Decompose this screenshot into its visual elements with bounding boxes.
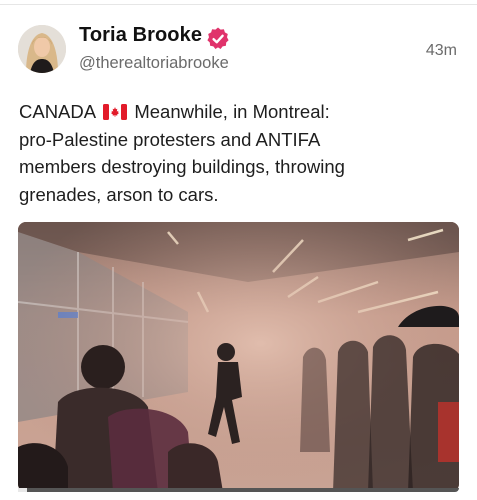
verified-badge-icon [207,27,229,49]
post-text-line-4: grenades, arson to cars. [19,183,219,205]
canada-flag-icon [103,104,128,120]
post-text-line-1: CANADA Meanwhile, in Montreal: [19,98,459,126]
post-timestamp: 43m [425,42,457,59]
author-name[interactable]: Toria Brooke [79,24,202,47]
author-handle[interactable]: @therealtoriabrooke [79,54,229,73]
video-progress-fill [18,488,27,492]
video-progress-bar[interactable] [18,488,459,492]
video-frame [18,222,459,492]
post-text-line-3: members destroying buildings, throwing [19,156,345,177]
post-text-line-2: pro-Palestine protesters and ANTIFA [19,128,321,150]
top-divider [0,4,477,5]
author-avatar[interactable] [18,25,66,73]
post-text-canada: CANADA [19,101,101,122]
avatar-image [18,25,66,73]
post-text-meanwhile: Meanwhile, in Montreal: [129,101,330,122]
post-text: CANADA Meanwhile, in Montreal: pro-Pales… [19,98,459,208]
post-video[interactable] [18,222,459,492]
